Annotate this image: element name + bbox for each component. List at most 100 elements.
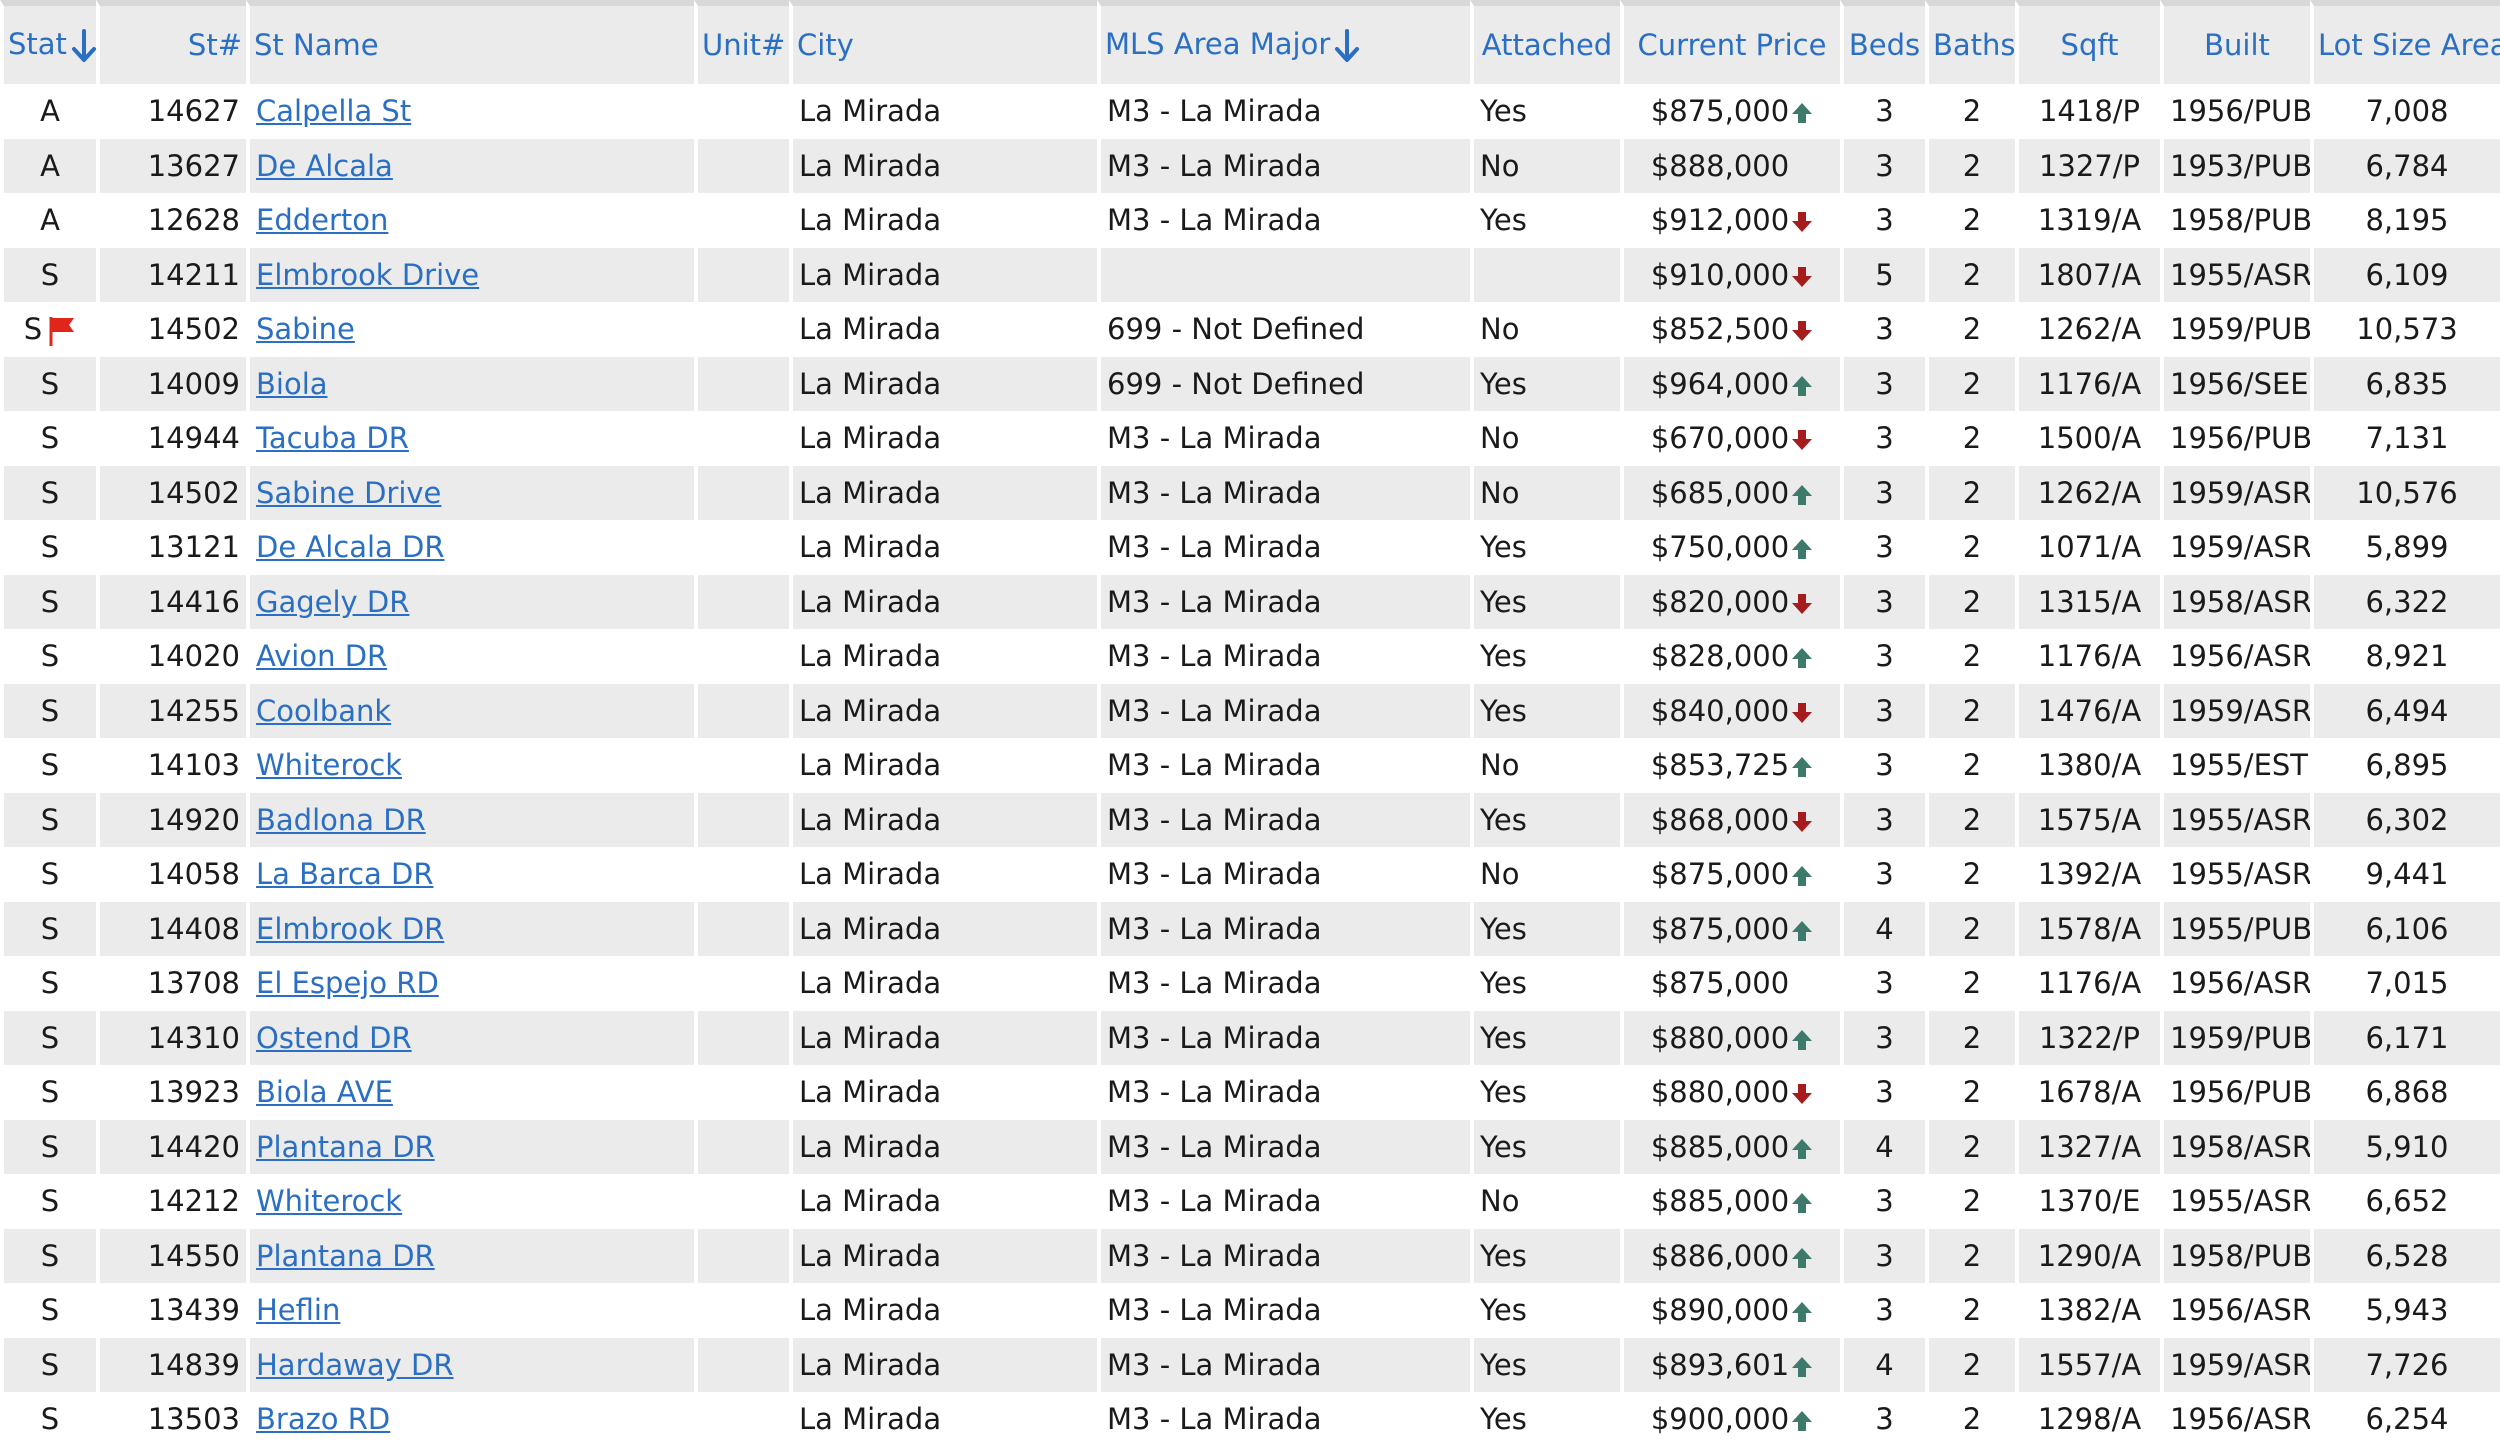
cell-st-name[interactable]: Elmbrook DR <box>246 901 694 956</box>
cell-st-name[interactable]: Badlona DR <box>246 792 694 847</box>
cell-st-name[interactable]: Tacuba DR <box>246 411 694 466</box>
cell-st-name[interactable]: Whiterock <box>246 1174 694 1229</box>
cell-st-name[interactable]: Brazo RD <box>246 1392 694 1447</box>
col-header-unit[interactable]: Unit# <box>694 0 789 84</box>
cell-unit <box>694 520 789 575</box>
street-name-link[interactable]: Biola <box>256 367 328 401</box>
table-row[interactable]: S 14944 Tacuba DR La Mirada M3 - La Mirada No… <box>0 411 2500 466</box>
table-row[interactable]: A 12628 Edderton La Mirada M3 - La Mirada Yes… <box>0 193 2500 248</box>
cell-beds: 3 <box>1840 1228 1925 1283</box>
table-row[interactable]: S 13708 El Espejo RD La Mirada M3 - La Mirad… <box>0 956 2500 1011</box>
street-name-link[interactable]: Ostend DR <box>256 1021 412 1055</box>
cell-st-name[interactable]: Sabine <box>246 302 694 357</box>
street-name-link[interactable]: Coolbank <box>256 694 391 728</box>
cell-st-name[interactable]: Whiterock <box>246 738 694 793</box>
street-name-link[interactable]: Hardaway DR <box>256 1348 454 1382</box>
cell-beds: 3 <box>1840 1065 1925 1120</box>
col-header-attached[interactable]: Attached <box>1470 0 1620 84</box>
table-row[interactable]: S 14502 Sabine Drive La Mirada M3 - La Mirad… <box>0 465 2500 520</box>
street-name-link[interactable]: Brazo RD <box>256 1402 390 1436</box>
table-row[interactable]: S 14920 Badlona DR La Mirada M3 - La Mirada Y… <box>0 792 2500 847</box>
cell-st-name[interactable]: Heflin <box>246 1283 694 1338</box>
cell-st-name[interactable]: Edderton <box>246 193 694 248</box>
table-row[interactable]: S 14009 Biola La Mirada 699 - Not Defined Yes… <box>0 356 2500 411</box>
street-name-link[interactable]: Elmbrook DR <box>256 912 444 946</box>
cell-st-name[interactable]: Plantana DR <box>246 1228 694 1283</box>
col-header-current-price[interactable]: Current Price <box>1620 0 1840 84</box>
table-row[interactable]: S 13121 De Alcala DR La Mirada M3 - La Mirad… <box>0 520 2500 575</box>
cell-st-num: 13627 <box>96 138 246 193</box>
street-name-link[interactable]: Plantana DR <box>256 1130 435 1164</box>
cell-st-name[interactable]: De Alcala <box>246 138 694 193</box>
table-row[interactable]: S 14212 Whiterock La Mirada M3 - La Mirada No… <box>0 1174 2500 1229</box>
cell-st-name[interactable]: El Espejo RD <box>246 956 694 1011</box>
cell-st-name[interactable]: Biola <box>246 356 694 411</box>
street-name-link[interactable]: Whiterock <box>256 748 402 782</box>
price-value: $853,725 <box>1650 748 1790 783</box>
col-header-st-num[interactable]: St# <box>96 0 246 84</box>
street-name-link[interactable]: Whiterock <box>256 1184 402 1218</box>
table-row[interactable]: S 14420 Plantana DR La Mirada M3 - La Mirada… <box>0 1119 2500 1174</box>
cell-st-name[interactable]: Coolbank <box>246 683 694 738</box>
sort-arrow-down-icon[interactable] <box>71 29 96 63</box>
table-row[interactable]: S 14255 Coolbank La Mirada M3 - La Mirada Yes… <box>0 683 2500 738</box>
table-row[interactable]: S 14310 Ostend DR La Mirada M3 - La Mirada Ye… <box>0 1010 2500 1065</box>
street-name-link[interactable]: Sabine <box>256 312 355 346</box>
table-row[interactable]: S 14211 Elmbrook Drive La Mirada $910,000 5 2 1… <box>0 247 2500 302</box>
table-row[interactable]: S 13923 Biola AVE La Mirada M3 - La Mirada Ye… <box>0 1065 2500 1120</box>
cell-st-name[interactable]: Biola AVE <box>246 1065 694 1120</box>
table-row[interactable]: S 14550 Plantana DR La Mirada M3 - La Mirada… <box>0 1228 2500 1283</box>
table-row[interactable]: S 14839 Hardaway DR La Mirada M3 - La Mirada… <box>0 1337 2500 1392</box>
street-name-link[interactable]: Biola AVE <box>256 1075 393 1109</box>
street-name-link[interactable]: Gagely DR <box>256 585 409 619</box>
table-row[interactable]: S 14416 Gagely DR La Mirada M3 - La Mirada Ye… <box>0 574 2500 629</box>
cell-st-num: 13439 <box>96 1283 246 1338</box>
street-name-link[interactable]: Sabine Drive <box>256 476 441 510</box>
street-name-link[interactable]: Tacuba DR <box>256 421 409 455</box>
col-header-lot-size[interactable]: Lot Size Area <box>2310 0 2500 84</box>
sort-arrow-down-icon[interactable] <box>1334 29 1360 63</box>
table-row[interactable]: S 14103 Whiterock La Mirada M3 - La Mirada No… <box>0 738 2500 793</box>
cell-st-num: 14009 <box>96 356 246 411</box>
table-row[interactable]: S 14408 Elmbrook DR La Mirada M3 - La Mirada… <box>0 901 2500 956</box>
cell-st-name[interactable]: Gagely DR <box>246 574 694 629</box>
table-row[interactable]: A 13627 De Alcala La Mirada M3 - La Mirada No… <box>0 138 2500 193</box>
cell-st-name[interactable]: Ostend DR <box>246 1010 694 1065</box>
cell-st-name[interactable]: Avion DR <box>246 629 694 684</box>
street-name-link[interactable]: Plantana DR <box>256 1239 435 1273</box>
col-header-mls-area[interactable]: MLS Area Major <box>1097 0 1470 84</box>
table-row[interactable]: S 14502 Sabine La Mirada 699 - Not Defined No… <box>0 302 2500 357</box>
table-row[interactable]: S 14058 La Barca DR La Mirada M3 - La Mirada… <box>0 847 2500 902</box>
street-name-link[interactable]: Badlona DR <box>256 803 426 837</box>
col-header-beds[interactable]: Beds <box>1840 0 1925 84</box>
cell-st-name[interactable]: Sabine Drive <box>246 465 694 520</box>
col-header-sqft[interactable]: Sqft <box>2015 0 2160 84</box>
street-name-link[interactable]: De Alcala DR <box>256 530 445 564</box>
col-header-baths[interactable]: Baths <box>1925 0 2015 84</box>
table-row[interactable]: S 13503 Brazo RD La Mirada M3 - La Mirada Yes… <box>0 1392 2500 1447</box>
table-row[interactable]: S 13439 Heflin La Mirada M3 - La Mirada Yes $8… <box>0 1283 2500 1338</box>
cell-st-name[interactable]: Plantana DR <box>246 1119 694 1174</box>
status-code: S <box>40 1293 60 1328</box>
street-name-link[interactable]: La Barca DR <box>256 857 434 891</box>
col-header-st-name[interactable]: St Name <box>246 0 694 84</box>
street-name-link[interactable]: Edderton <box>256 203 388 237</box>
flag-icon[interactable] <box>48 315 76 347</box>
cell-st-name[interactable]: Hardaway DR <box>246 1337 694 1392</box>
col-header-stat[interactable]: Stat <box>0 0 96 84</box>
cell-st-name[interactable]: La Barca DR <box>246 847 694 902</box>
street-name-link[interactable]: Heflin <box>256 1293 340 1327</box>
street-name-link[interactable]: El Espejo RD <box>256 966 439 1000</box>
cell-st-name[interactable]: De Alcala DR <box>246 520 694 575</box>
col-header-built[interactable]: Built <box>2160 0 2310 84</box>
street-name-link[interactable]: Elmbrook Drive <box>256 258 479 292</box>
street-name-link[interactable]: De Alcala <box>256 149 393 183</box>
table-row[interactable]: A 14627 Calpella St La Mirada M3 - La Mirada… <box>0 84 2500 139</box>
col-header-city[interactable]: City <box>789 0 1097 84</box>
street-name-link[interactable]: Calpella St <box>256 94 411 128</box>
cell-st-name[interactable]: Elmbrook Drive <box>246 247 694 302</box>
table-row[interactable]: S 14020 Avion DR La Mirada M3 - La Mirada Yes… <box>0 629 2500 684</box>
street-name-link[interactable]: Avion DR <box>256 639 387 673</box>
cell-st-name[interactable]: Calpella St <box>246 84 694 139</box>
cell-built: 1956/PUB <box>2160 84 2310 139</box>
